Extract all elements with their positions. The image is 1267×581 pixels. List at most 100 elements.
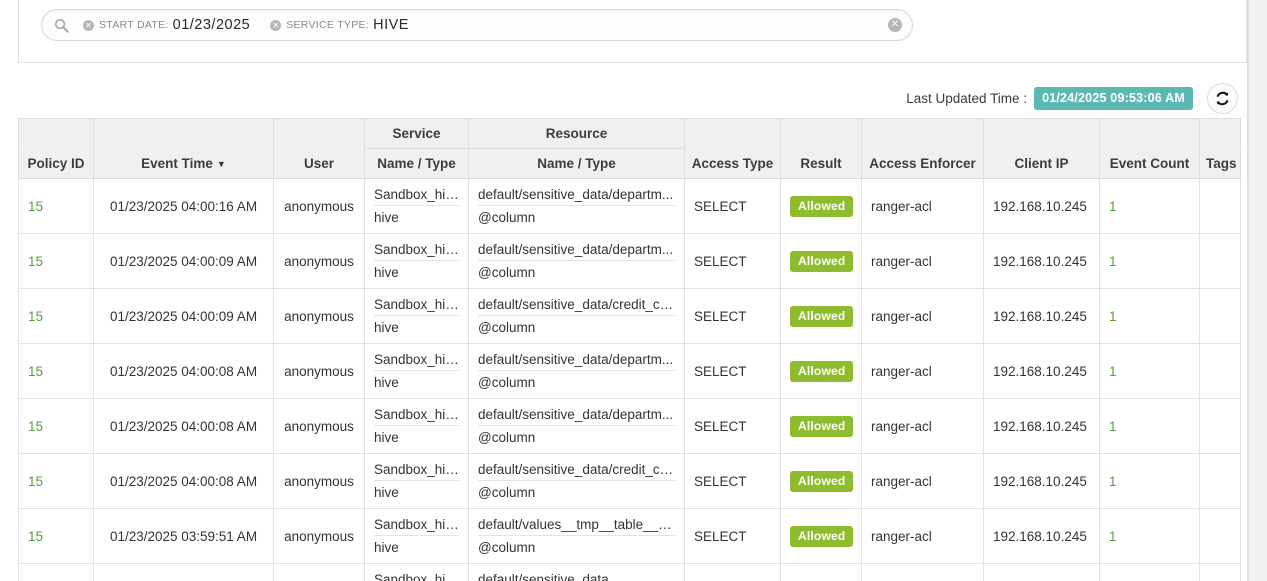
service-type: hive (374, 375, 399, 390)
cell-access-enforcer: ranger-acl (861, 343, 984, 399)
header-spacer (1099, 118, 1200, 149)
service-name: Sandbox_hive (374, 462, 459, 481)
cell-event-count[interactable]: 1 (1099, 178, 1200, 234)
last-updated-label: Last Updated Time : (906, 90, 1028, 106)
column-header-policy-id[interactable]: Policy ID (18, 148, 94, 179)
column-header-access-enforcer[interactable]: Access Enforcer (861, 148, 984, 179)
search-input[interactable]: ✕ Start Date: 01/23/2025 ✕ Service Type:… (41, 9, 913, 41)
cell-result: Allowed (780, 398, 862, 454)
cell-event-count[interactable]: 1 (1099, 288, 1200, 344)
cell-tags (1199, 453, 1241, 509)
refresh-icon (1216, 91, 1229, 105)
table-row[interactable]: 15 01/23/2025 04:00:09 AM anonymous Sandbox… (18, 233, 1241, 289)
header-spacer (1199, 118, 1241, 149)
cell-access-type: SELECT (684, 288, 781, 344)
access-audit-page: ✕ Start Date: 01/23/2025 ✕ Service Type:… (0, 0, 1267, 581)
table-row[interactable]: 15 01/23/2025 04:00:08 AM anonymous Sandbox… (18, 343, 1241, 399)
resource-type: @column (478, 375, 536, 390)
cell-policy-id[interactable]: 15 (18, 563, 94, 581)
cell-service: Sandbox_hivehive (364, 453, 469, 509)
cell-tags (1199, 178, 1241, 234)
circle-x-icon[interactable]: ✕ (270, 19, 282, 31)
cell-access-type: SELECT (684, 233, 781, 289)
table-row[interactable]: 1501/23/2025 03:59:51 AManonymousSandbox… (18, 563, 1241, 581)
cell-policy-id[interactable]: 15 (18, 398, 94, 454)
cell-result: Allowed (780, 178, 862, 234)
table-row[interactable]: 15 01/23/2025 04:00:16 AM anonymous Sandbox… (18, 178, 1241, 234)
service-type: hive (374, 485, 399, 500)
resource-type: @column (478, 540, 536, 555)
cell-user: anonymous (273, 563, 365, 581)
page-scrollbar[interactable] (1248, 0, 1267, 581)
status-badge: Allowed (790, 470, 854, 492)
service-name: Sandbox_hive (374, 407, 459, 426)
group-header-service: Service (364, 118, 469, 149)
header-spacer (18, 118, 94, 149)
cell-access-type: SELECT (684, 508, 781, 564)
resource-name: default/sensitive_data/departm... (478, 407, 675, 426)
cell-event-count[interactable]: 1 (1099, 508, 1200, 564)
column-header-access-type[interactable]: Access Type (684, 148, 781, 179)
cell-event-time: 01/23/2025 04:00:16 AM (93, 178, 274, 234)
cell-user: anonymous (273, 343, 365, 399)
cell-service: Sandbox_hivehive (364, 343, 469, 399)
service-type: hive (374, 265, 399, 280)
column-header-result[interactable]: Result (780, 148, 862, 179)
cell-event-count[interactable]: 1 (1099, 343, 1200, 399)
cell-user: anonymous (273, 233, 365, 289)
cell-access-enforcer: ranger-acl (861, 508, 984, 564)
cell-access-enforcer: ranger-acl (861, 563, 984, 581)
access-audit-table: Service Resource Policy ID Event Time ▼ U… (18, 118, 1241, 581)
column-header-tags[interactable]: Tags (1199, 148, 1241, 179)
status-badge: Allowed (790, 195, 854, 217)
column-header-client-ip[interactable]: Client IP (983, 148, 1100, 179)
cell-client-ip: 192.168.10.245 (983, 508, 1100, 564)
table-row[interactable]: 15 01/23/2025 04:00:08 AM anonymous Sandbox… (18, 453, 1241, 509)
status-badge: Allowed (790, 415, 854, 437)
column-header-resource-name-type[interactable]: Name / Type (468, 148, 685, 179)
table-row[interactable]: 15 01/23/2025 04:00:09 AM anonymous Sandbox… (18, 288, 1241, 344)
filter-chip-value: 01/23/2025 (172, 17, 251, 33)
filter-chip-start-date[interactable]: ✕ Start Date: 01/23/2025 (83, 17, 250, 33)
service-type: hive (374, 430, 399, 445)
cell-policy-id[interactable]: 15 (18, 178, 94, 234)
cell-policy-id[interactable]: 15 (18, 343, 94, 399)
header-spacer (780, 118, 862, 149)
cell-client-ip: 192.168.10.245 (983, 563, 1100, 581)
cell-client-ip: 192.168.10.245 (983, 453, 1100, 509)
search-icon (55, 18, 69, 33)
column-header-event-time[interactable]: Event Time ▼ (93, 148, 274, 179)
service-type: hive (374, 320, 399, 335)
cell-client-ip: 192.168.10.245 (983, 178, 1100, 234)
cell-event-count[interactable]: 1 (1099, 563, 1200, 581)
column-header-event-count[interactable]: Event Count (1099, 148, 1200, 179)
column-header-user[interactable]: User (273, 148, 365, 179)
cell-event-count[interactable]: 1 (1099, 398, 1200, 454)
refresh-button[interactable] (1207, 82, 1238, 114)
service-type: hive (374, 540, 399, 555)
status-badge: Allowed (790, 250, 854, 272)
filter-chip-service-type[interactable]: ✕ Service Type: HIVE (270, 17, 409, 33)
circle-x-icon[interactable]: ✕ (83, 19, 94, 31)
column-header-service-name-type[interactable]: Name / Type (364, 148, 469, 179)
cell-policy-id[interactable]: 15 (18, 288, 94, 344)
cell-client-ip: 192.168.10.245 (983, 398, 1100, 454)
cell-policy-id[interactable]: 15 (18, 233, 94, 289)
table-group-header-row: Service Resource (18, 118, 1241, 149)
cell-policy-id[interactable]: 15 (18, 508, 94, 564)
cell-access-enforcer: ranger-acl (861, 178, 984, 234)
cell-service: Sandbox_hivehive (364, 233, 469, 289)
cell-access-type: SELECT (684, 178, 781, 234)
cell-event-time: 01/23/2025 04:00:08 AM (93, 398, 274, 454)
table-header-row: Policy ID Event Time ▼ User Name / Type N… (18, 148, 1241, 179)
status-badge: Allowed (790, 305, 854, 327)
cell-event-count[interactable]: 1 (1099, 233, 1200, 289)
cell-tags (1199, 563, 1241, 581)
cell-service: Sandbox_hivehive (364, 178, 469, 234)
clear-all-filters-icon[interactable]: ✕ (888, 18, 902, 32)
table-row[interactable]: 15 01/23/2025 04:00:08 AM anonymous Sandbox… (18, 398, 1241, 454)
cell-event-count[interactable]: 1 (1099, 453, 1200, 509)
table-row[interactable]: 1501/23/2025 03:59:51 AManonymousSandbox… (18, 508, 1241, 564)
cell-policy-id[interactable]: 15 (18, 453, 94, 509)
cell-event-time: 01/23/2025 03:59:51 AM (93, 563, 274, 581)
